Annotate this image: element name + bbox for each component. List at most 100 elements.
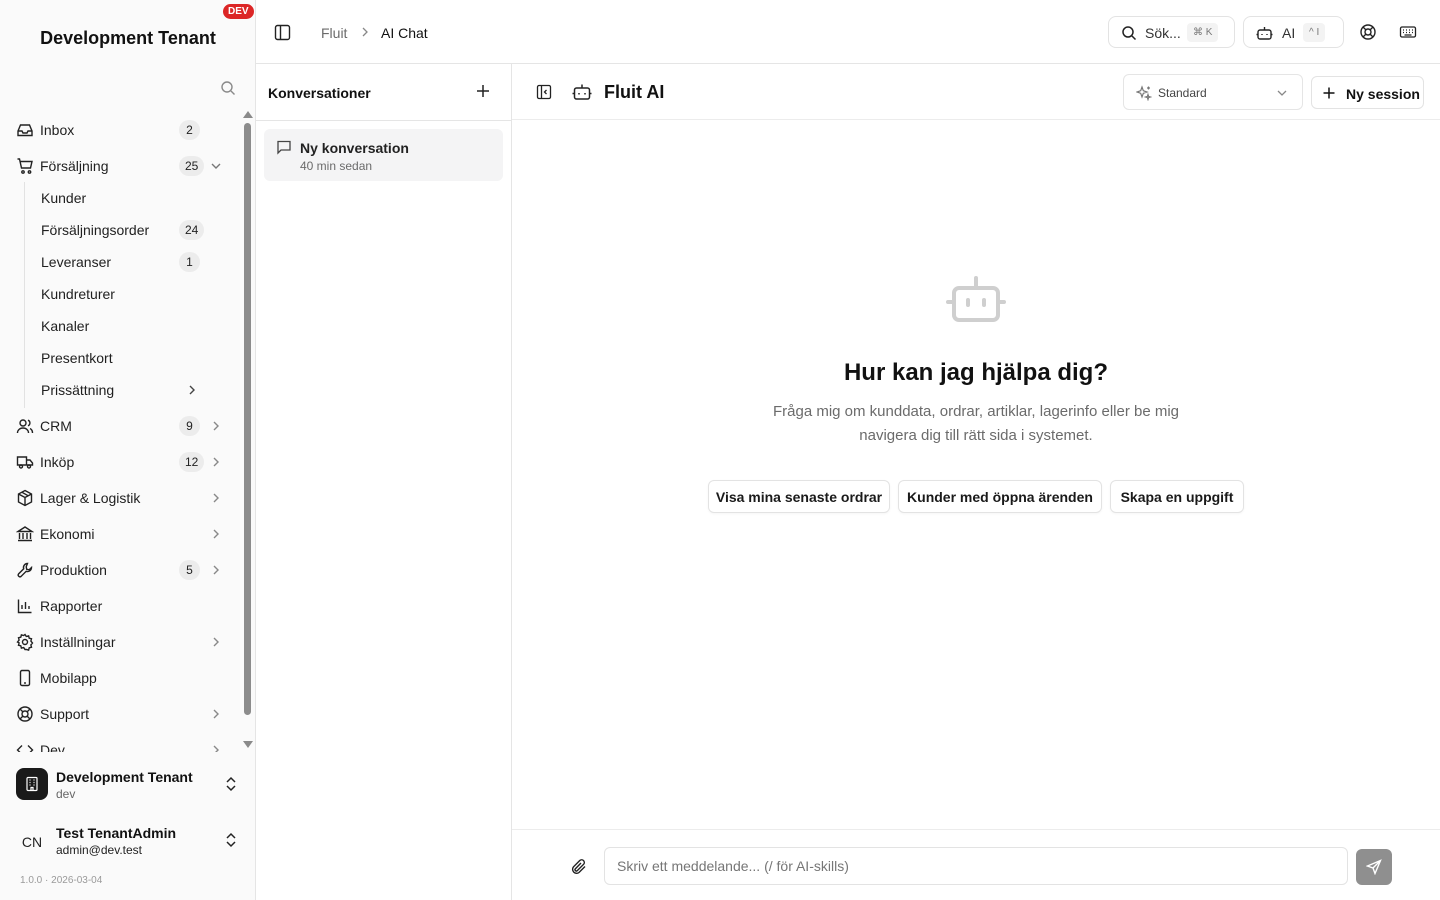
sidebar-item-crm[interactable]: CRM 9 [0,410,240,442]
sidebar-item-presentkort[interactable]: Presentkort [0,342,240,374]
inbox-icon [17,124,33,137]
message-input[interactable] [604,847,1348,885]
chevron-right-icon [362,27,368,37]
suggestion-button[interactable]: Skapa en uppgift [1110,480,1244,513]
gear-icon [16,633,34,651]
chevron-down-icon [211,163,221,169]
keyboard-icon[interactable] [1399,23,1417,41]
chevron-right-icon [189,385,195,395]
sidebar-scrollbar-thumb[interactable] [244,123,251,715]
bar-chart-icon [17,599,32,614]
count-badge: 5 [179,560,200,580]
sparkles-icon [1136,85,1152,101]
ai-label: AI [1282,25,1296,41]
sidebar-item-label: Dev [40,742,65,752]
chevrons-up-down-icon [226,776,236,792]
suggestion-button[interactable]: Visa mina senaste ordrar [708,480,890,513]
model-select-value: Standard [1158,86,1207,100]
sidebar-item-inkop[interactable]: Inköp 12 [0,446,240,478]
code-icon [16,745,34,752]
sidebar-item-support[interactable]: Support [0,698,240,730]
sidebar-item-ekonomi[interactable]: Ekonomi [0,518,240,550]
sidebar-item-prissattning[interactable]: Prissättning [0,374,240,406]
sidebar-item-lager-logistik[interactable]: Lager & Logistik [0,482,240,514]
ai-shortcut: ^ I [1303,23,1326,42]
chevron-right-icon [213,745,219,752]
users-icon [16,419,34,434]
user-menu[interactable]: CN Test TenantAdmin admin@dev.test [8,818,248,864]
sidebar-item-label: Kundreturer [41,286,115,302]
new-session-label: Ny session [1346,86,1420,102]
chevron-right-icon [213,637,219,647]
sidebar-item-label: CRM [40,418,72,434]
sidebar-toggle-icon[interactable] [274,24,291,41]
user-name: Test TenantAdmin [56,825,177,841]
sidebar-item-forsaljning[interactable]: Försäljning 25 [0,150,240,182]
send-button[interactable] [1356,849,1392,885]
tenant-switcher[interactable]: Development Tenant dev [8,762,248,808]
lifebuoy-icon[interactable] [1359,23,1377,41]
bot-icon [946,276,1006,322]
sidebar-item-label: Inbox [40,122,75,138]
chat-area: Fluit AI Standard Ny session Hur kan jag… [512,64,1440,900]
sidebar-item-label: Inköp [40,454,75,470]
sidebar-item-rapporter[interactable]: Rapporter [0,590,240,622]
plus-icon [1323,87,1335,99]
scroll-down-arrow[interactable] [243,741,253,748]
paperclip-icon[interactable] [570,858,588,876]
search-icon[interactable] [220,80,236,96]
shopping-cart-icon [17,158,33,174]
tenant-title: Development Tenant [40,28,216,48]
conversation-item[interactable]: Ny konversation 40 min sedan [264,129,503,181]
chevron-right-icon [213,565,219,575]
chevron-down-icon [1277,90,1287,96]
sidebar-item-inbox[interactable]: Inbox 2 [0,114,240,146]
sidebar-item-leveranser[interactable]: Leveranser 1 [0,246,240,278]
conversation-title: Ny konversation [300,140,409,156]
scroll-up-arrow[interactable] [243,111,253,118]
suggestion-button[interactable]: Kunder med öppna ärenden [898,480,1102,513]
chevron-right-icon [213,529,219,539]
count-badge: 24 [179,220,205,240]
sidebar-item-produktion[interactable]: Produktion 5 [0,554,240,586]
sidebar-item-label: Försäljning [40,158,109,174]
panel-collapse-icon[interactable] [536,84,552,100]
ai-assistant-button[interactable]: AI ^ I [1243,16,1344,48]
sidebar-item-mobilapp[interactable]: Mobilapp [0,662,240,694]
sidebar-item-label: Rapporter [40,598,103,614]
welcome-title: Hur kan jag hjälpa dig? [843,359,1109,386]
sidebar-item-label: Kanaler [41,318,90,334]
sidebar-item-label: Prissättning [41,382,115,398]
sidebar-item-kanaler[interactable]: Kanaler [0,310,240,342]
plus-icon[interactable] [475,83,491,99]
truck-icon [16,456,34,469]
tenant-slug: dev [56,787,76,801]
count-badge: 9 [179,416,200,436]
sidebar-item-label: Presentkort [41,350,113,366]
model-select[interactable]: Standard [1123,74,1303,110]
message-composer [512,829,1440,900]
sidebar-item-label: Försäljningsorder [41,222,150,238]
global-search-button[interactable]: Sök... ⌘ K [1108,16,1235,48]
breadcrumb-fluit[interactable]: Fluit [321,25,347,41]
new-session-button[interactable]: Ny session [1311,76,1424,109]
main-nav: Inbox 2 Försäljning 25 Kunder Försäljnin… [0,112,240,752]
smartphone-icon [19,669,31,687]
count-badge: 1 [179,252,200,272]
sidebar-item-label: Inställningar [40,634,116,650]
sidebar-item-installningar[interactable]: Inställningar [0,626,240,658]
chat-header: Fluit AI Standard Ny session [512,64,1440,120]
sidebar-item-kunder[interactable]: Kunder [0,182,240,214]
sidebar-item-label: Mobilapp [40,670,97,686]
sidebar-item-dev[interactable]: Dev [0,734,240,752]
message-square-icon [277,140,291,155]
conversations-header: Konversationer [256,64,511,121]
sidebar-item-kundreturer[interactable]: Kundreturer [0,278,240,310]
count-badge: 25 [179,156,205,176]
bank-icon [16,526,34,542]
sidebar-item-forsaljningsorder[interactable]: Försäljningsorder 24 [0,214,240,246]
conversations-panel: Konversationer Ny konversation 40 min se… [256,64,512,900]
bot-icon [572,84,592,100]
search-label: Sök... [1145,25,1181,41]
sidebar-item-label: Support [40,706,90,722]
